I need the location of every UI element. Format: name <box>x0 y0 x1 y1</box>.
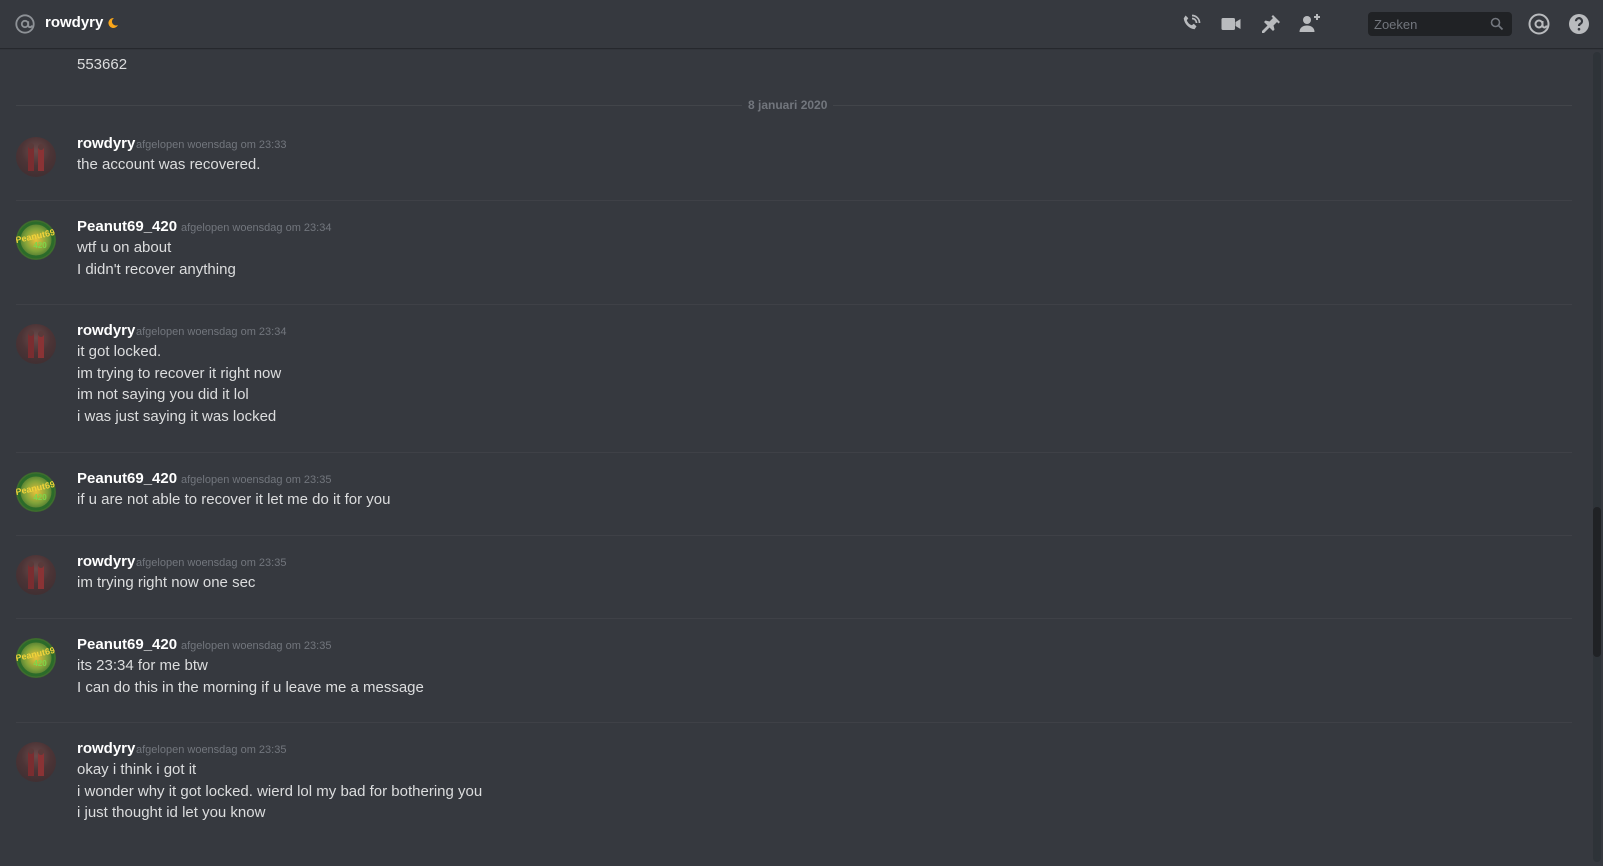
channel-header: rowdyry <box>0 0 1603 48</box>
message-group-separator <box>16 618 1572 619</box>
message-author[interactable]: Peanut69_420 <box>77 636 177 653</box>
message-group-separator <box>16 200 1572 201</box>
message-content: the account was recovered. <box>77 156 261 173</box>
message-author[interactable]: Peanut69_420 <box>77 218 177 235</box>
message-group-separator <box>16 722 1572 723</box>
message-content: i just thought id let you know <box>77 804 266 822</box>
scrollbar-thumb[interactable] <box>1593 507 1601 657</box>
svg-text:420: 420 <box>33 493 47 502</box>
avatar[interactable]: Peanut69 420 <box>16 472 56 512</box>
message-content: i wonder why it got locked. wierd lol my… <box>77 782 483 800</box>
avatar[interactable]: Peanut69 420 <box>16 220 56 260</box>
message-group-separator <box>16 304 1572 305</box>
message-author[interactable]: Peanut69_420 <box>77 470 177 487</box>
message-content: it got locked. <box>77 343 162 360</box>
avatar[interactable] <box>16 742 56 782</box>
message-author[interactable]: rowdyry <box>77 322 135 339</box>
avatar[interactable] <box>16 137 56 177</box>
message-group-separator <box>16 452 1572 453</box>
message-content: if u are not able to recover it let me d… <box>77 491 391 508</box>
svg-text:420: 420 <box>33 241 47 250</box>
date-divider-label: 8 januari 2020 <box>742 98 834 112</box>
help-icon[interactable] <box>1567 12 1591 36</box>
message-timestamp: afgelopen woensdag om 23:34 <box>136 326 287 338</box>
message-author[interactable]: rowdyry <box>77 135 135 152</box>
message-content: wtf u on about <box>77 239 172 256</box>
message-timestamp: afgelopen woensdag om 23:35 <box>136 557 287 569</box>
message-content: i was just saying it was locked <box>77 407 277 425</box>
message-timestamp: afgelopen woensdag om 23:35 <box>181 640 332 652</box>
message-content: I can do this in the morning if u leave … <box>77 678 424 696</box>
mentions-at-icon[interactable] <box>1527 12 1551 36</box>
crescent-moon-icon <box>108 17 118 28</box>
message-author[interactable]: rowdyry <box>77 740 135 757</box>
svg-text:420: 420 <box>33 659 47 668</box>
message-timestamp: afgelopen woensdag om 23:34 <box>181 222 332 234</box>
avatar[interactable] <box>16 555 56 595</box>
add-friend-icon[interactable] <box>1298 12 1322 36</box>
search-box[interactable] <box>1368 12 1512 36</box>
message-content: im not saying you did it lol <box>77 386 249 404</box>
message-content: okay i think i got it <box>77 761 197 778</box>
channel-name: rowdyry <box>45 14 104 31</box>
avatar[interactable] <box>16 324 56 364</box>
message-timestamp: afgelopen woensdag om 23:33 <box>136 139 287 151</box>
message-content: im trying right now one sec <box>77 574 256 591</box>
at-icon <box>15 14 35 34</box>
search-input[interactable] <box>1368 12 1486 36</box>
phone-call-icon[interactable] <box>1179 12 1203 36</box>
message-group-separator <box>16 535 1572 536</box>
message-timestamp: afgelopen woensdag om 23:35 <box>136 744 287 756</box>
search-icon[interactable] <box>1490 17 1504 31</box>
message-author[interactable]: rowdyry <box>77 553 135 570</box>
message-content: im trying to recover it right now <box>77 364 282 382</box>
message-timestamp: afgelopen woensdag om 23:35 <box>181 474 332 486</box>
scrollbar-track[interactable] <box>1593 52 1601 862</box>
video-camera-icon[interactable] <box>1219 12 1243 36</box>
message-content: I didn't recover anything <box>77 260 236 278</box>
previous-message-text: 553662 <box>77 56 128 73</box>
pin-icon[interactable] <box>1259 12 1283 36</box>
previous-message-ghost <box>77 48 187 49</box>
message-list[interactable]: 553662 8 januari 2020 rowdyry afgelopen w… <box>0 48 1590 866</box>
message-content: its 23:34 for me btw <box>77 657 208 674</box>
avatar[interactable]: Peanut69 420 <box>16 638 56 678</box>
